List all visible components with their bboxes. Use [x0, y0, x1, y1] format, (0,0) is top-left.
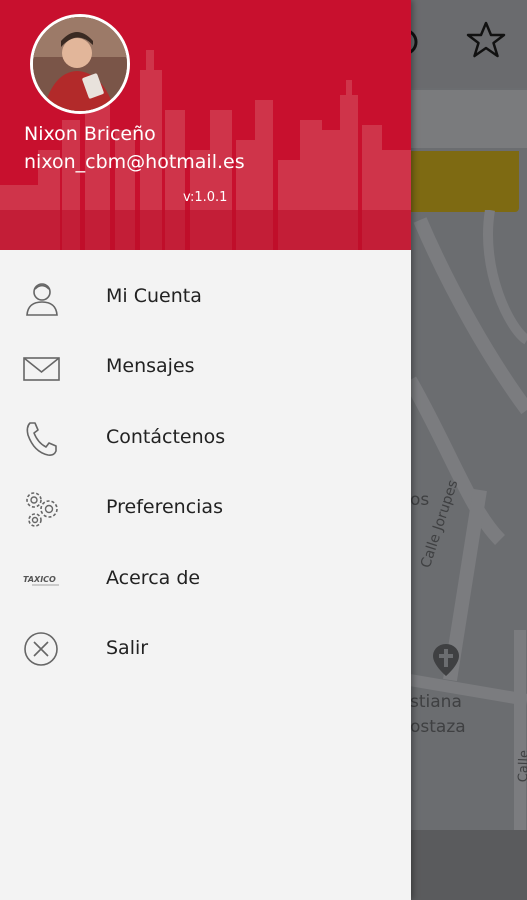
- avatar-photo: [33, 17, 127, 111]
- taxico-logo-icon: TAXICO: [23, 575, 59, 585]
- star-icon[interactable]: [466, 20, 506, 60]
- menu-label-contactenos: Contáctenos: [106, 425, 226, 448]
- phone-icon: [26, 421, 57, 456]
- map-label-os: os: [410, 490, 430, 510]
- menu-label-mi-cuenta: Mi Cuenta: [106, 285, 202, 307]
- navigation-drawer: Nixon Briceño nixon_cbm@hotmail.es v:1.0…: [0, 0, 411, 900]
- menu-item-mensajes[interactable]: Mensajes: [0, 333, 411, 403]
- menu-label-salir: Salir: [106, 636, 149, 659]
- menu-item-mi-cuenta[interactable]: Mi Cuenta: [0, 263, 411, 333]
- map-roads: [410, 210, 527, 830]
- drawer-menu: Mi Cuenta Mensajes Contáctenos Preferenc…: [0, 263, 411, 685]
- close-circle-icon: [24, 632, 58, 666]
- map-label-stiana: stiana: [410, 692, 462, 712]
- map-label-calle-buganvillas: Calle Buganvillas: [516, 749, 527, 783]
- avatar[interactable]: [30, 14, 130, 114]
- menu-item-salir[interactable]: Salir: [0, 615, 411, 685]
- gears-icon: [26, 492, 58, 527]
- user-name: Nixon Briceño: [24, 123, 156, 145]
- church-pin-icon[interactable]: [428, 642, 464, 678]
- menu-label-preferencias: Preferencias: [106, 496, 223, 519]
- menu-label-acerca-de: Acerca de: [106, 566, 201, 589]
- svg-text:TAXICO: TAXICO: [23, 575, 56, 584]
- user-icon: [26, 283, 58, 316]
- user-email: nixon_cbm@hotmail.es: [24, 151, 245, 173]
- map-label-ostaza: ostaza: [410, 717, 466, 737]
- menu-item-acerca-de[interactable]: TAXICO Acerca de: [0, 545, 411, 615]
- map-bottom-bar: [410, 830, 527, 900]
- envelope-icon: [23, 357, 60, 382]
- menu-label-mensajes: Mensajes: [106, 355, 195, 378]
- menu-item-preferencias[interactable]: Preferencias: [0, 474, 411, 544]
- map-request-button[interactable]: [410, 151, 519, 212]
- app-version: v:1.0.1: [183, 190, 228, 205]
- map-search-field[interactable]: [410, 90, 527, 148]
- drawer-header: Nixon Briceño nixon_cbm@hotmail.es v:1.0…: [0, 0, 411, 250]
- menu-item-contactenos[interactable]: Contáctenos: [0, 404, 411, 474]
